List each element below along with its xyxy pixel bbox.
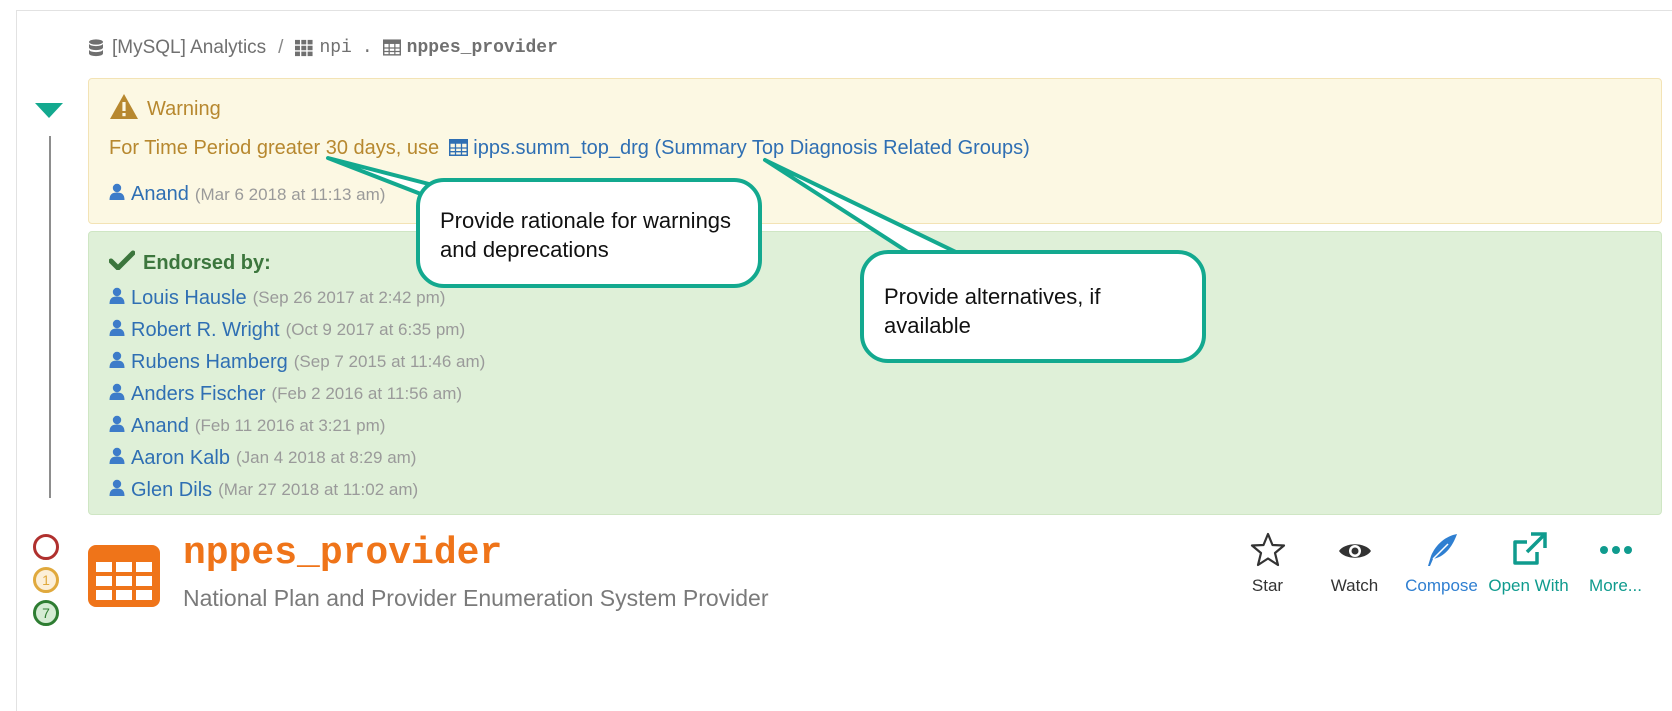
endorser-timestamp: (Oct 9 2017 at 6:35 pm) [285, 320, 466, 339]
page-description: National Plan and Provider Enumeration S… [183, 585, 769, 611]
status-ring-red[interactable] [33, 534, 59, 560]
schema-grid-icon [295, 39, 314, 57]
warning-panel: Warning For Time Period greater 30 days,… [88, 78, 1662, 224]
callout-rationale: Provide rationale for warnings and depre… [416, 178, 762, 288]
warning-text-prefix: For Time Period greater 30 days, use [109, 137, 440, 159]
table-large-icon [88, 545, 160, 612]
alternative-table-link[interactable]: ipps.summ_top_drg (Summary Top Diagnosis… [473, 137, 1030, 159]
compose-button[interactable]: Compose [1398, 530, 1485, 596]
ellipsis-icon [1599, 546, 1632, 554]
collapse-toggle-icon[interactable] [35, 103, 63, 124]
list-item: Aaron Kalb (Jan 4 2018 at 8:29 am) [109, 442, 485, 474]
user-icon [109, 183, 125, 206]
endorser-name[interactable]: Rubens Hamberg [131, 351, 288, 374]
endorser-name[interactable]: Robert R. Wright [131, 319, 280, 342]
warning-header: Warning [109, 93, 221, 126]
list-item: Rubens Hamberg (Sep 7 2015 at 11:46 am) [109, 346, 485, 378]
breadcrumb-table: nppes_provider [406, 38, 558, 58]
user-icon [109, 287, 125, 310]
star-button[interactable]: Star [1224, 530, 1311, 596]
list-item: Anders Fischer (Feb 2 2016 at 11:56 am) [109, 378, 485, 410]
list-item: Anand (Feb 11 2016 at 3:21 pm) [109, 410, 485, 442]
user-icon [109, 479, 125, 502]
endorsed-title: Endorsed by: [143, 251, 271, 274]
list-item: Louis Hausle (Sep 26 2017 at 2:42 pm) [109, 282, 485, 314]
callout-rationale-text: Provide rationale for warnings and depre… [440, 208, 732, 262]
endorser-name[interactable]: Anand [131, 415, 189, 438]
page-title: nppes_provider [183, 532, 503, 575]
more-button[interactable]: More... [1572, 530, 1659, 596]
watch-button[interactable]: Watch [1311, 530, 1398, 596]
alternative-table-icon [448, 139, 468, 162]
endorser-timestamp: (Mar 27 2018 at 11:02 am) [218, 480, 419, 499]
external-link-icon [1512, 532, 1547, 565]
warning-timestamp: (Mar 6 2018 at 11:13 am) [194, 184, 386, 204]
user-icon [109, 351, 125, 374]
user-icon [109, 415, 125, 438]
endorser-timestamp: (Feb 2 2016 at 11:56 am) [271, 384, 463, 403]
database-icon [88, 39, 106, 57]
endorser-timestamp: (Sep 26 2017 at 2:42 pm) [252, 288, 446, 307]
endorser-name[interactable]: Louis Hausle [131, 287, 247, 310]
breadcrumb: [MySQL] Analytics / npi . nppes_provider [88, 36, 558, 60]
endorser-timestamp: (Jan 4 2018 at 8:29 am) [235, 448, 417, 467]
status-indicators: 1 7 [33, 534, 59, 633]
status-ring-orange[interactable]: 1 [33, 567, 59, 593]
star-label: Star [1251, 576, 1284, 595]
warning-message: For Time Period greater 30 days, use ipp… [109, 137, 1030, 162]
callout-alternatives: Provide alternatives, if available [860, 250, 1206, 363]
endorser-name[interactable]: Glen Dils [131, 479, 212, 502]
endorser-timestamp: (Sep 7 2015 at 11:46 am) [293, 352, 486, 371]
compose-label: Compose [1405, 576, 1478, 595]
user-icon [109, 383, 125, 406]
table-icon [382, 39, 401, 57]
breadcrumb-separator: / [278, 37, 284, 58]
endorser-list: Louis Hausle (Sep 26 2017 at 2:42 pm) Ro… [109, 282, 485, 506]
warning-author-row: Anand (Mar 6 2018 at 11:13 am) [109, 183, 385, 206]
endorser-name[interactable]: Anders Fischer [131, 383, 266, 406]
action-toolbar: Star Watch Compose Open With More... [1224, 530, 1659, 596]
user-icon [109, 319, 125, 342]
endorsed-header: Endorsed by: [108, 250, 271, 276]
open-with-label: Open With [1488, 576, 1569, 595]
list-item: Robert R. Wright (Oct 9 2017 at 6:35 pm) [109, 314, 485, 346]
endorser-name[interactable]: Aaron Kalb [131, 447, 230, 470]
watch-label: Watch [1330, 576, 1379, 595]
star-icon [1250, 532, 1285, 567]
warning-icon [109, 93, 139, 126]
more-label: More... [1589, 576, 1642, 595]
feather-icon [1427, 534, 1457, 566]
eye-icon [1338, 544, 1371, 558]
timeline-line [49, 136, 51, 498]
warning-title: Warning [147, 98, 221, 120]
breadcrumb-datasource[interactable]: [MySQL] Analytics [112, 37, 266, 59]
endorser-timestamp: (Feb 11 2016 at 3:21 pm) [194, 416, 386, 435]
breadcrumb-dot: . [361, 38, 373, 58]
checkmark-icon [108, 250, 136, 276]
status-ring-green[interactable]: 7 [33, 600, 59, 626]
user-icon [109, 447, 125, 470]
callout-alternatives-text: Provide alternatives, if available [884, 284, 1101, 338]
warning-author[interactable]: Anand [131, 183, 189, 206]
open-with-button[interactable]: Open With [1485, 530, 1572, 596]
list-item: Glen Dils (Mar 27 2018 at 11:02 am) [109, 474, 485, 506]
breadcrumb-schema[interactable]: npi [319, 38, 351, 58]
